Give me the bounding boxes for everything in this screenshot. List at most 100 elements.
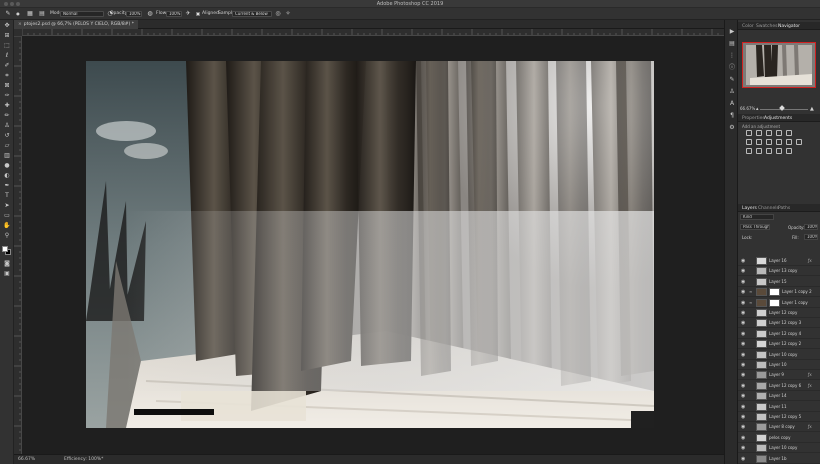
brightness-contrast-icon[interactable]: [746, 130, 752, 136]
tab-paths[interactable]: Paths: [778, 205, 790, 212]
posterize-icon[interactable]: [756, 148, 762, 154]
layer-filter-kind[interactable]: Kind: [740, 214, 774, 220]
gradient-map-icon[interactable]: [776, 148, 782, 154]
layer-mask-thumbnail[interactable]: [769, 288, 780, 297]
visibility-eye-icon[interactable]: ◉: [741, 268, 745, 274]
visibility-eye-icon[interactable]: ◉: [741, 258, 745, 264]
pressure-size-icon[interactable]: ✧: [284, 10, 292, 18]
layer-name[interactable]: Layer 13 copy: [769, 268, 797, 273]
layer-row[interactable]: ◉ Layer 11: [738, 402, 820, 412]
color-balance-icon[interactable]: [756, 139, 762, 145]
layer-blend-mode[interactable]: Pass Through: [740, 224, 770, 230]
visibility-eye-icon[interactable]: ◉: [741, 289, 745, 295]
layer-thumbnail[interactable]: [756, 277, 767, 286]
threshold-icon[interactable]: [766, 148, 772, 154]
lasso-icon[interactable]: ℓ: [3, 52, 11, 60]
visibility-eye-icon[interactable]: ◉: [741, 362, 745, 368]
brush-icon[interactable]: ✏: [3, 112, 11, 120]
layer-name[interactable]: Layer 14: [769, 393, 787, 398]
crop-icon[interactable]: ⌗: [3, 72, 11, 80]
layer-thumbnail[interactable]: [756, 361, 767, 369]
document-canvas[interactable]: [86, 61, 654, 428]
layer-effects-icon[interactable]: ƒx: [808, 424, 812, 429]
navigator-view-box[interactable]: [742, 42, 816, 88]
character-icon[interactable]: A: [728, 100, 736, 108]
screen-mode-icon[interactable]: ▣: [3, 270, 11, 278]
layer-name[interactable]: Layer 11: [769, 404, 787, 409]
tab-layers[interactable]: Layers: [742, 205, 757, 212]
layer-thumbnail[interactable]: [756, 402, 767, 411]
layer-row[interactable]: ◉ Layer 10 copy: [738, 350, 820, 360]
layer-thumbnail[interactable]: [756, 444, 767, 453]
clone-stamp-icon[interactable]: ♙: [3, 122, 11, 130]
layer-thumbnail[interactable]: [756, 350, 767, 359]
black-white-icon[interactable]: [766, 139, 772, 145]
navigator-zoom-slider[interactable]: [760, 109, 808, 110]
layer-name[interactable]: Layer 9: [769, 372, 784, 377]
brush-size-dropdown[interactable]: ●: [14, 10, 22, 18]
tab-color[interactable]: Color: [742, 23, 754, 30]
frame-icon[interactable]: ⊠: [3, 82, 11, 90]
status-menu-arrow-icon[interactable]: ›: [98, 457, 100, 462]
fill-field[interactable]: 100%: [804, 234, 818, 240]
ruler-origin[interactable]: [14, 29, 22, 36]
layer-name[interactable]: pelos copy: [769, 435, 790, 440]
clone-source-icon[interactable]: ▤: [38, 10, 46, 18]
visibility-eye-icon[interactable]: ◉: [741, 341, 745, 347]
layer-thumbnail[interactable]: [756, 371, 767, 380]
visibility-eye-icon[interactable]: ◉: [741, 393, 745, 399]
layer-row[interactable]: ◉ Layer 12 copy 4: [738, 329, 820, 339]
tab-properties[interactable]: Properties: [742, 115, 765, 122]
opacity-field[interactable]: 100%: [126, 11, 142, 17]
info-icon[interactable]: ⓘ: [728, 64, 736, 72]
layer-row[interactable]: ◉ pelos copy: [738, 433, 820, 443]
layer-name[interactable]: Layer 1 copy: [782, 300, 808, 305]
layer-name[interactable]: Layer 12 copy 2: [769, 341, 801, 346]
pen-icon[interactable]: ✒: [3, 182, 11, 190]
layer-thumbnail[interactable]: [756, 433, 767, 442]
airbrush-icon[interactable]: ✈: [184, 10, 192, 18]
layer-name[interactable]: Layer 12 copy 6: [769, 383, 801, 388]
layer-row[interactable]: ◉ Layer 16 ƒx: [738, 256, 820, 266]
layer-row[interactable]: ◉ ∞ Layer 1 copy 2: [738, 287, 820, 298]
layer-effects-icon[interactable]: ƒx: [808, 383, 812, 388]
visibility-eye-icon[interactable]: ◉: [741, 424, 745, 430]
layer-row[interactable]: ◉ ∞ Layer 1 copy: [738, 298, 820, 308]
link-icon[interactable]: ∞: [749, 300, 752, 305]
channel-mixer-icon[interactable]: [786, 139, 792, 145]
layer-name[interactable]: Layer 12 copy 3: [769, 320, 801, 325]
visibility-eye-icon[interactable]: ◉: [741, 456, 745, 462]
layer-thumbnail[interactable]: [756, 267, 767, 276]
layer-name[interactable]: Layer 15: [769, 279, 787, 284]
exposure-icon[interactable]: [776, 130, 782, 136]
zoom-readout[interactable]: 66.67%: [18, 457, 35, 462]
layer-row[interactable]: ◉ Layer 10 copy: [738, 443, 820, 454]
document-tab[interactable]: × ptojes2.psd @ 66,7% (PELOS Y CIELO, RGB…: [14, 20, 138, 29]
brush-settings-icon[interactable]: ▦: [26, 10, 34, 18]
visibility-eye-icon[interactable]: ◉: [741, 279, 745, 285]
type-icon[interactable]: T: [3, 192, 11, 200]
quick-mask-icon[interactable]: ◙: [3, 260, 11, 268]
layer-row[interactable]: ◉ Layer 8 copy ƒx: [738, 422, 820, 433]
glyphs-icon[interactable]: ⚙: [728, 124, 736, 132]
layer-thumbnail[interactable]: [756, 454, 767, 463]
hand-icon[interactable]: ✋: [3, 222, 11, 230]
invert-icon[interactable]: [746, 148, 752, 154]
tab-swatches[interactable]: Swatches: [756, 23, 778, 30]
zoom-in-icon[interactable]: ▲: [810, 106, 814, 112]
pressure-icon[interactable]: ◍: [146, 10, 154, 18]
layer-name[interactable]: Layer 10 copy: [769, 445, 797, 450]
layer-row[interactable]: ◉ Layer 12 copy 6 ƒx: [738, 381, 820, 391]
photo-filter-icon[interactable]: [776, 139, 782, 145]
paragraph-icon[interactable]: ¶: [728, 112, 736, 120]
quick-select-icon[interactable]: ✐: [3, 62, 11, 70]
flow-field[interactable]: 100%: [166, 11, 182, 17]
dodge-icon[interactable]: ◐: [3, 172, 11, 180]
vertical-ruler[interactable]: [14, 36, 22, 454]
layer-mask-thumbnail[interactable]: [769, 298, 780, 307]
brush-presets-icon[interactable]: ✎: [728, 76, 736, 84]
layer-name[interactable]: Layer 12 copy: [769, 310, 797, 315]
layer-row[interactable]: ◉ Layer 10: [738, 360, 820, 370]
clone-stamp-tool-icon[interactable]: ✎: [4, 10, 12, 18]
visibility-eye-icon[interactable]: ◉: [741, 331, 745, 337]
